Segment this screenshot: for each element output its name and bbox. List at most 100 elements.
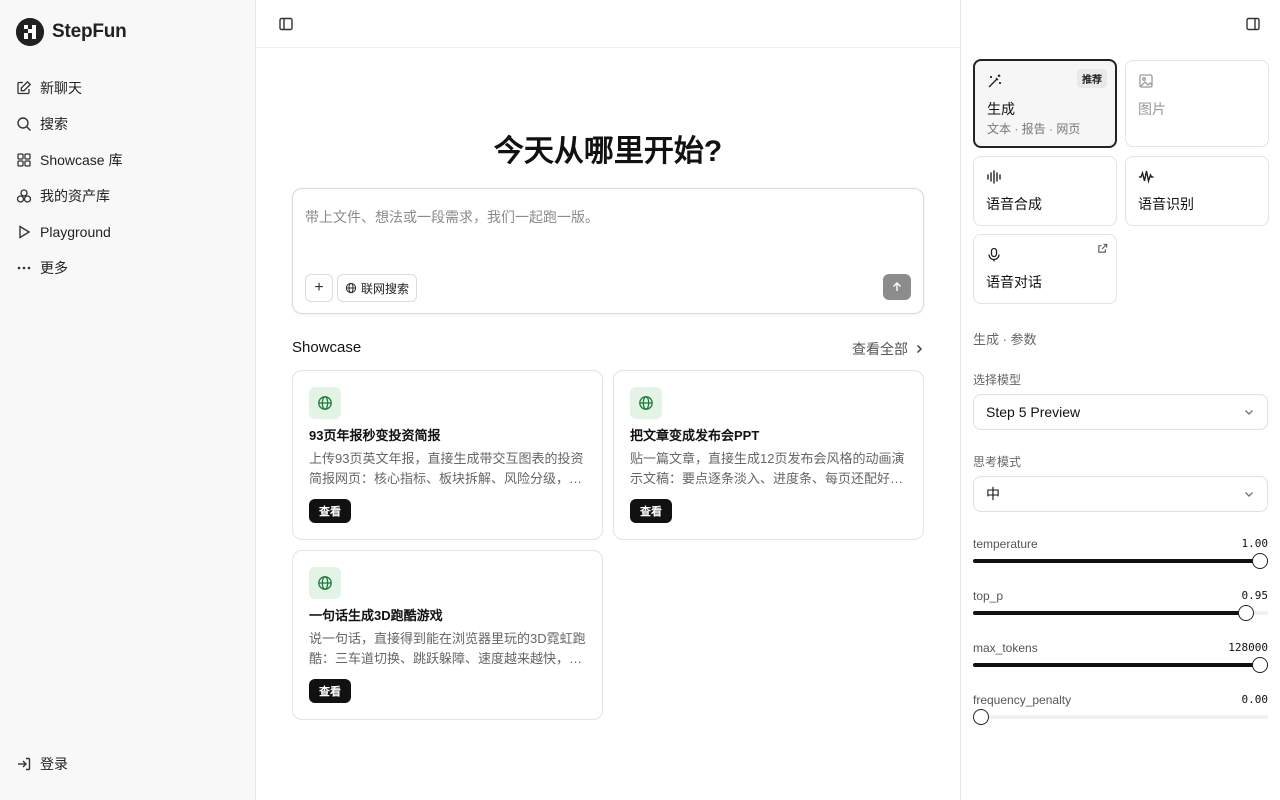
param-top-p: top_p 0.95 [973,589,1268,621]
image-icon [1138,73,1154,89]
sidebar-item-playground[interactable]: Playground [8,214,248,250]
waveform-icon [1138,169,1154,185]
showcase-title: Showcase [292,339,362,356]
page-title: 今天从哪里开始? [493,135,723,168]
sidebar-toggle-icon[interactable] [278,16,294,32]
slider-track[interactable] [973,709,1268,725]
search-icon [16,116,32,132]
mode-tts[interactable]: 语音合成 [973,156,1117,226]
mode-sublabel: 文本 · 报告 · 网页 [987,122,1081,136]
prompt-composer[interactable]: 带上文件、想法或一段需求，我们一起跑一版。 + 联网搜索 [292,188,924,314]
sidebar-item-assets[interactable]: 我的资产库 [8,178,248,214]
chevron-down-icon [1243,488,1255,500]
assets-icon [16,188,32,204]
params-section-title: 生成 · 参数 [973,332,1037,347]
model-label: 选择模型 [973,373,1022,387]
sidebar-item-more[interactable]: 更多 [8,250,248,286]
card-view-button[interactable]: 查看 [630,499,672,523]
chevron-down-icon [1243,406,1255,418]
card-title: 93页年报秒变投资简报 [309,428,441,443]
mode-label: 语音合成 [986,196,1042,212]
sidebar-item-label: 我的资产库 [40,188,110,204]
sidebar-item-showcase[interactable]: Showcase 库 [8,142,248,178]
mode-asr[interactable]: 语音识别 [1125,156,1269,226]
brand-name: StepFun [52,21,127,42]
showcase-card[interactable]: 一句话生成3D跑酷游戏 说一句话，直接得到能在浏览器里玩的3D霓虹跑酷：三车道切… [292,550,603,720]
slider-fill [973,559,1268,563]
settings-panel: 推荐 生成 文本 · 报告 · 网页 图片 语音合成 语音识别 语音对话 生成 … [960,0,1280,800]
param-frequency-penalty: frequency_penalty 0.00 [973,693,1269,725]
slider-fill [973,611,1254,615]
card-description: 贴一篇文章，直接生成12页发布会风格的动画演示文稿：要点逐条淡入、进度条、每页还… [630,451,905,486]
mode-voice-chat[interactable]: 语音对话 [973,234,1117,304]
showcase-card[interactable]: 93页年报秒变投资简报 上传93页英文年报，直接生成带交互图表的投资简报网页：核… [292,370,603,540]
panel-toggle-icon[interactable] [1245,16,1261,32]
slider-thumb[interactable] [1238,605,1255,621]
globe-icon [309,387,341,419]
card-description: 上传93页英文年报，直接生成带交互图表的投资简报网页：核心指标、板块拆解、风险分… [309,451,584,486]
main-topbar [256,0,960,48]
card-description: 说一句话，直接得到能在浏览器里玩的3D霓虹跑酷：三车道切换、跳跃躲障、速度越来越… [309,631,586,666]
param-name: top_p [973,589,1004,603]
slider-track[interactable] [973,605,1268,621]
card-view-button[interactable]: 查看 [309,679,351,703]
mode-image[interactable]: 图片 [1125,60,1269,147]
mode-label: 语音识别 [1138,196,1194,212]
param-name: frequency_penalty [973,693,1072,707]
globe-icon [309,567,341,599]
param-value: 128000 [1228,641,1268,654]
microphone-icon [986,247,1002,263]
slider-thumb[interactable] [973,709,989,725]
brand-logo[interactable]: StepFun [16,18,127,46]
param-value: 0.00 [1241,693,1269,706]
sidebar-item-label: 更多 [40,260,68,276]
more-icon [16,260,32,276]
mode-generate[interactable]: 推荐 生成 文本 · 报告 · 网页 [973,59,1117,148]
model-select[interactable]: Step 5 Preview [973,394,1268,430]
login-label: 登录 [40,756,68,772]
card-view-button[interactable]: 查看 [309,499,351,523]
think-mode-label: 思考模式 [973,455,1022,469]
globe-icon [630,387,662,419]
sidebar-nav: 新聊天 搜索 Showcase 库 我的资产库 Playground 更多 [8,70,248,286]
showcase-card[interactable]: 把文章变成发布会PPT 贴一篇文章，直接生成12页发布会风格的动画演示文稿：要点… [613,370,924,540]
mode-label: 生成 [987,101,1015,117]
arrow-up-icon [891,281,903,293]
sidebar-item-label: Playground [40,224,111,240]
login-button[interactable]: 登录 [8,746,248,782]
view-all-label: 查看全部 [852,341,908,357]
audio-wave-icon [986,169,1002,185]
magic-wand-icon [987,73,1003,89]
param-max-tokens: max_tokens 128000 [973,641,1268,673]
slider-track[interactable] [973,657,1268,673]
send-button[interactable] [883,274,911,300]
grid-icon [16,152,32,168]
think-mode-value: 中 [986,486,1000,502]
play-icon [16,224,32,240]
sidebar-item-label: 新聊天 [40,80,82,96]
login-area: 登录 [8,746,248,782]
sidebar-item-new-chat[interactable]: 新聊天 [8,70,248,106]
think-mode-select[interactable]: 中 [973,476,1268,512]
sidebar: StepFun 新聊天 搜索 Showcase 库 我的资产库 Playgrou… [0,0,256,800]
sidebar-item-search[interactable]: 搜索 [8,106,248,142]
recommended-badge: 推荐 [1077,69,1107,88]
sidebar-item-label: Showcase 库 [40,152,123,168]
view-all-link[interactable]: 查看全部 [852,339,924,359]
slider-fill [973,663,1268,667]
param-name: temperature [973,537,1038,551]
mode-label: 语音对话 [986,274,1042,290]
mode-label: 图片 [1138,101,1166,117]
external-link-icon [1097,243,1108,254]
slider-thumb[interactable] [1252,657,1268,673]
model-value: Step 5 Preview [986,404,1081,420]
web-search-button[interactable]: 联网搜索 [337,274,418,302]
chevron-right-icon [914,344,924,354]
attach-button[interactable]: + [305,274,333,302]
web-search-label: 联网搜索 [361,281,410,296]
slider-thumb[interactable] [1252,553,1268,569]
prompt-input[interactable]: 带上文件、想法或一段需求，我们一起跑一版。 [305,207,599,227]
param-name: max_tokens [973,641,1038,655]
card-title: 把文章变成发布会PPT [630,428,760,443]
slider-track[interactable] [973,553,1268,569]
